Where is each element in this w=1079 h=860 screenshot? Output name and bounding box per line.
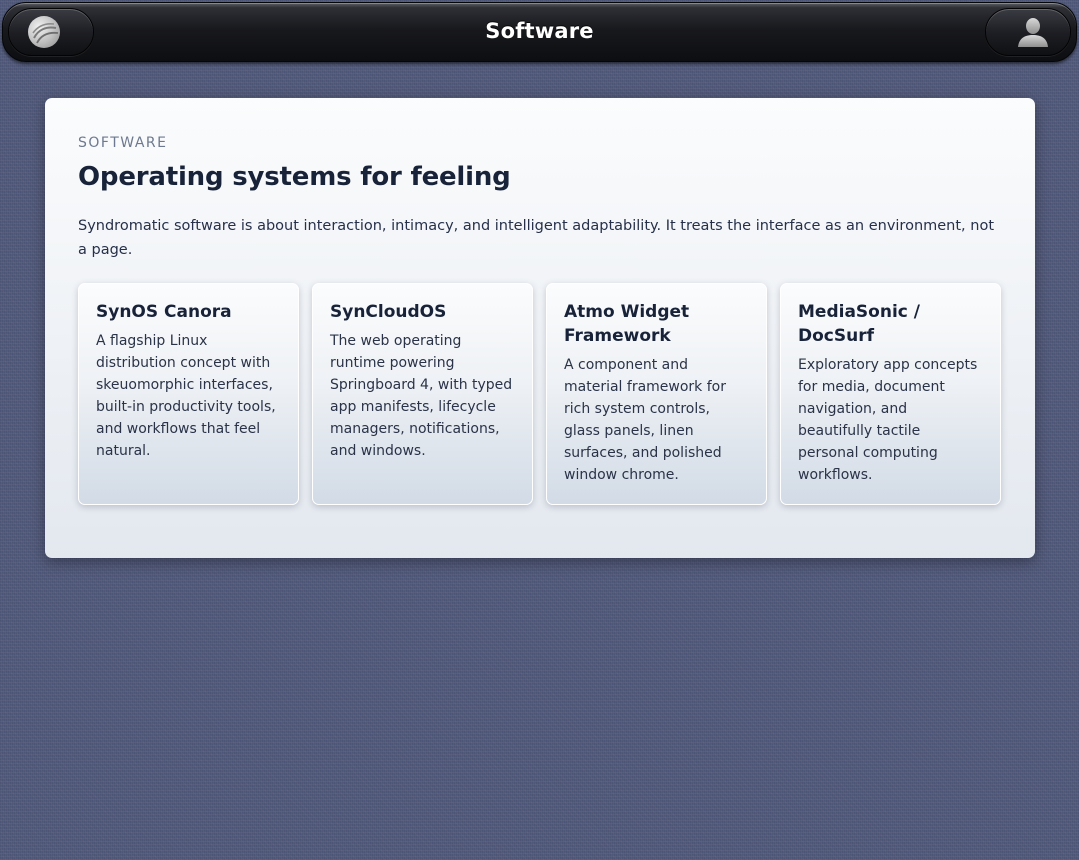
card-title: MediaSonic / DocSurf [798,302,920,346]
user-silhouette-icon [1016,16,1050,48]
product-card-synos-canora[interactable]: SynOS Canora A flagship Linux distributi… [78,283,299,505]
section-heading: Operating systems for feeling [78,162,511,192]
product-card-mediasonic-docsurf[interactable]: MediaSonic / DocSurf Exploratory app con… [780,283,1001,505]
user-account-button[interactable] [985,8,1071,56]
top-navigation-bar: Software [2,2,1077,62]
product-card-syncloudos[interactable]: SynCloudOS The web operating runtime pow… [312,283,533,505]
product-card-atmo-widget-framework[interactable]: Atmo Widget Framework A component and ma… [546,283,767,505]
section-eyebrow: SOFTWARE [78,135,168,151]
page-title: Software [485,19,594,43]
card-description: A component and material framework for r… [564,357,726,483]
section-description: Syndromatic software is about interactio… [78,218,995,258]
card-title: Atmo Widget Framework [564,302,690,346]
software-panel: SOFTWARE Operating systems for feeling S… [45,98,1035,558]
product-card-grid: SynOS Canora A flagship Linux distributi… [78,283,1002,505]
card-description: Exploratory app concepts for media, docu… [798,357,978,483]
card-description: The web operating runtime powering Sprin… [330,333,513,459]
card-description: A flagship Linux distribution concept wi… [96,333,276,459]
card-title: SynOS Canora [96,302,232,322]
card-title: SynCloudOS [330,302,447,322]
